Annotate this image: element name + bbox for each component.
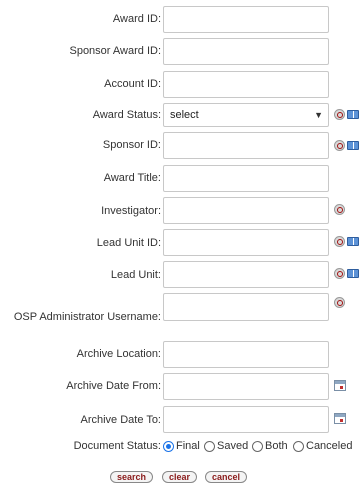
archive-location-input[interactable] (163, 341, 329, 368)
osp-admin-input[interactable] (163, 293, 329, 321)
search-icon[interactable] (334, 204, 345, 215)
award-status-select[interactable]: select ▼ (163, 103, 329, 127)
calendar-icon[interactable] (334, 413, 346, 424)
sponsor-id-input[interactable] (163, 132, 329, 159)
award-status-label: Award Status: (92, 109, 161, 121)
radio-both[interactable] (252, 441, 263, 452)
radio-saved-label: Saved (217, 440, 249, 452)
investigator-input[interactable] (163, 197, 329, 224)
sponsor-id-label: Sponsor ID: (102, 139, 161, 151)
search-icon[interactable] (334, 109, 345, 120)
osp-admin-label: OSP Administrator Username: (13, 311, 161, 323)
cancel-button[interactable]: cancel (205, 471, 248, 483)
radio-saved[interactable] (204, 441, 215, 452)
radio-canceled-label: Canceled (306, 440, 353, 452)
award-status-value: select (170, 109, 199, 121)
book-icon[interactable] (347, 237, 359, 246)
document-status-label: Document Status: (73, 440, 161, 452)
radio-final-label: Final (176, 440, 200, 452)
search-button[interactable]: search (110, 471, 154, 483)
document-status-row: Document Status: Final Saved Both Cancel… (0, 440, 361, 454)
calendar-icon[interactable] (334, 380, 346, 391)
lead-unit-input[interactable] (163, 261, 329, 288)
book-icon[interactable] (347, 110, 359, 119)
radio-final[interactable] (163, 441, 174, 452)
lead-unit-id-input[interactable] (163, 229, 329, 256)
search-icon[interactable] (334, 268, 345, 279)
archive-date-from-input[interactable] (163, 373, 329, 400)
account-id-label: Account ID: (104, 78, 161, 90)
award-title-label: Award Title: (103, 172, 161, 184)
archive-date-to-input[interactable] (163, 406, 329, 433)
sponsor-award-id-label: Sponsor Award ID: (69, 45, 161, 57)
archive-date-from-label: Archive Date From: (66, 380, 161, 392)
search-icon[interactable] (334, 140, 345, 151)
search-icon[interactable] (334, 236, 345, 247)
account-id-input[interactable] (163, 71, 329, 98)
chevron-down-icon: ▼ (314, 110, 323, 120)
lead-unit-id-label: Lead Unit ID: (96, 237, 161, 249)
radio-canceled[interactable] (293, 441, 304, 452)
award-id-label: Award ID: (112, 13, 161, 25)
archive-location-label: Archive Location: (76, 348, 161, 360)
book-icon[interactable] (347, 141, 359, 150)
award-title-input[interactable] (163, 165, 329, 192)
clear-button[interactable]: clear (162, 471, 198, 483)
award-id-input[interactable] (163, 6, 329, 33)
archive-date-to-label: Archive Date To: (80, 414, 161, 426)
sponsor-award-id-input[interactable] (163, 38, 329, 65)
investigator-label: Investigator: (101, 205, 161, 217)
radio-both-label: Both (265, 440, 288, 452)
search-icon[interactable] (334, 297, 345, 308)
book-icon[interactable] (347, 269, 359, 278)
lead-unit-label: Lead Unit: (110, 269, 161, 281)
